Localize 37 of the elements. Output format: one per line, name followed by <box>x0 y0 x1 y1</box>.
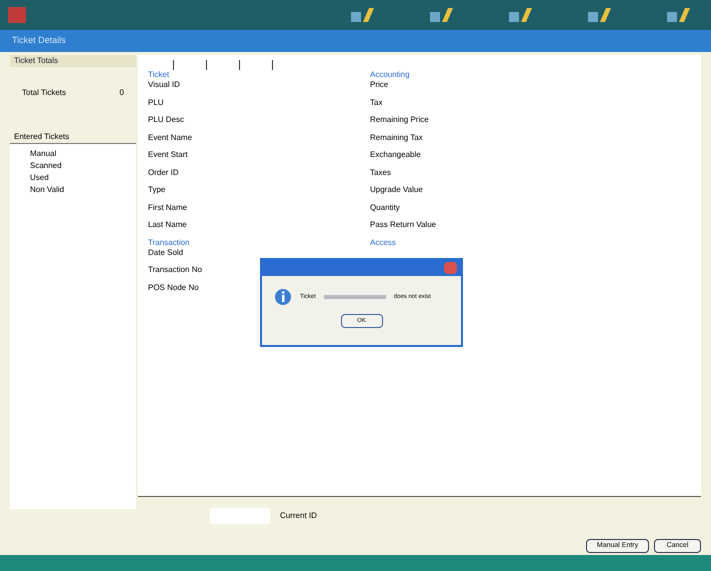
field-label: Tax <box>370 98 384 108</box>
field-label: POS Node No <box>148 282 200 292</box>
field-label: Event Name <box>148 132 194 142</box>
list-item[interactable]: Manual <box>30 148 136 160</box>
field-label: Exchangeable <box>370 150 422 160</box>
list-item[interactable]: Non Valid <box>30 184 136 196</box>
field-label: Transaction No <box>148 265 203 275</box>
ticket-number-blur <box>324 295 386 299</box>
list-item[interactable]: Scanned <box>30 160 136 172</box>
field-label: Visual ID <box>148 80 181 90</box>
field-label: Type <box>148 185 166 195</box>
field-label: PLU Desc <box>148 115 186 125</box>
panel-header: Ticket Totals <box>10 55 136 67</box>
section-heading: Accounting <box>370 70 411 80</box>
current-id-field[interactable] <box>210 508 270 524</box>
field-label: Upgrade Value <box>370 185 424 195</box>
current-id-label: Current ID <box>280 510 317 522</box>
field-label: Remaining Tax <box>370 132 424 142</box>
field-label: Date Sold <box>148 248 184 258</box>
field-label: Quantity <box>370 202 401 212</box>
field-label: Price <box>370 80 390 90</box>
total-value: 0 <box>120 87 124 99</box>
field-label: Pass Return Value <box>370 220 436 230</box>
section-heading: Transaction <box>148 238 190 248</box>
field-label: PLU <box>148 98 165 108</box>
field-label: Event Start <box>148 150 189 160</box>
field-label: Remaining Price <box>370 115 430 125</box>
list-item[interactable]: Used <box>30 172 136 184</box>
section-heading: Access <box>370 238 397 248</box>
info-icon <box>274 288 292 306</box>
field-label: Order ID <box>148 168 180 178</box>
field-label: First Name <box>148 202 188 212</box>
section-heading: Ticket <box>148 70 170 80</box>
field-label: Taxes <box>370 168 392 178</box>
window-title: Ticket Details <box>12 34 66 48</box>
field-label: Last Name <box>148 220 188 230</box>
total-label: Total Tickets <box>22 87 66 99</box>
